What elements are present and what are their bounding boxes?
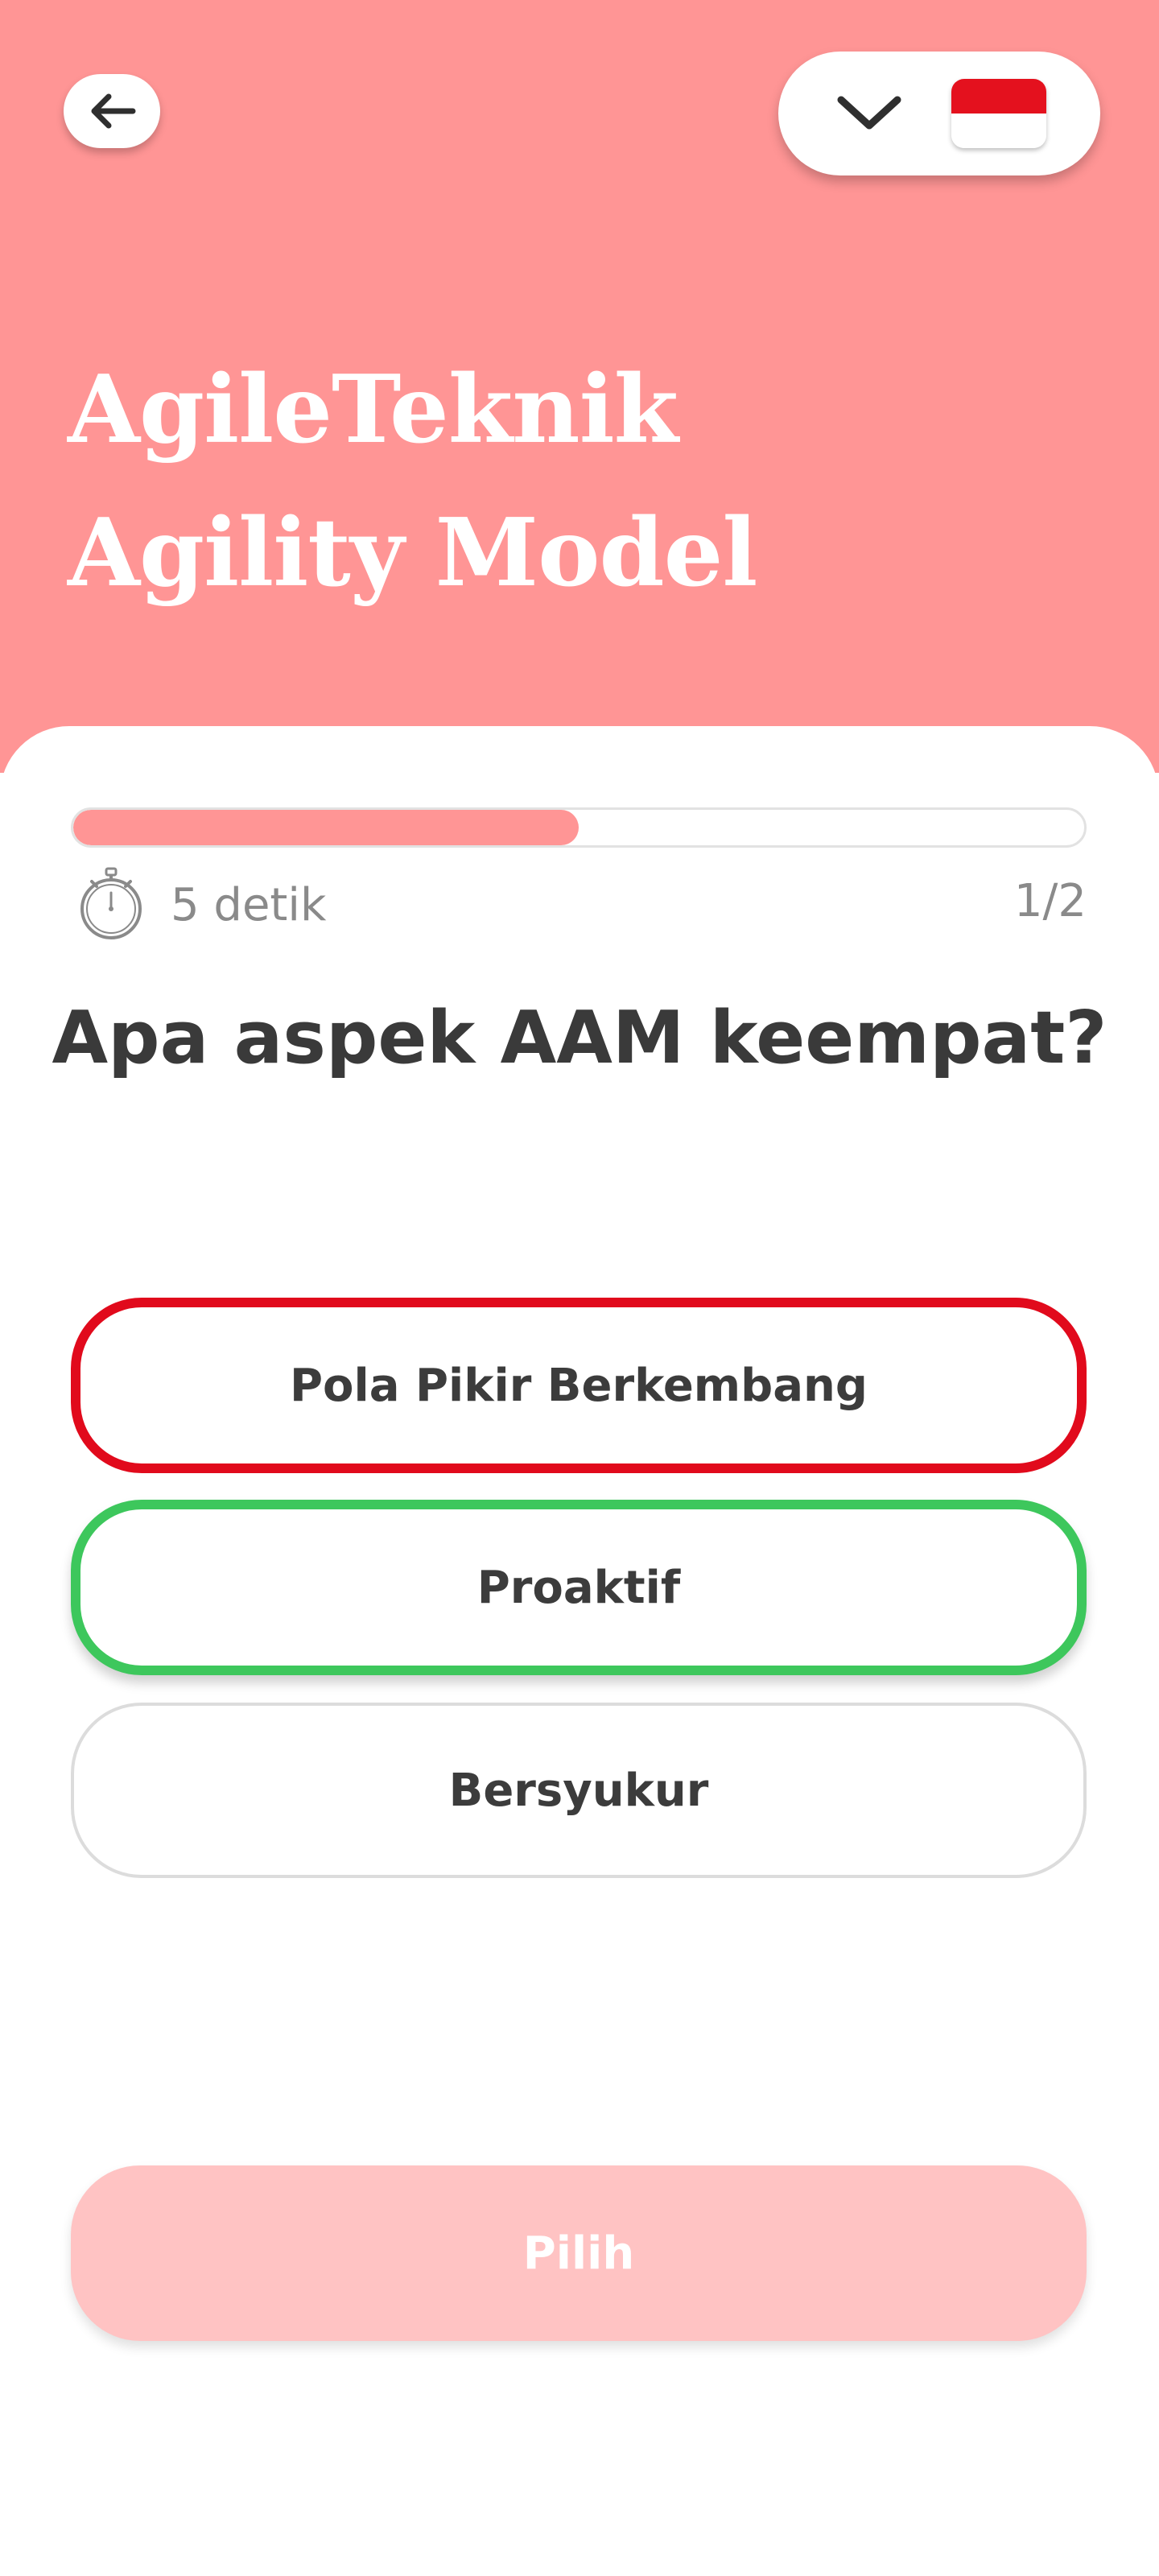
back-button[interactable] — [64, 74, 160, 148]
indonesia-flag-icon — [951, 79, 1046, 148]
timer-text: 5 detik — [171, 879, 327, 931]
language-selector[interactable] — [778, 52, 1100, 175]
progress-bar-fill — [73, 810, 579, 845]
option-bersyukur[interactable]: Bersyukur — [71, 1703, 1087, 1878]
submit-button[interactable]: Pilih — [71, 2165, 1087, 2341]
question-text: Apa aspek AAM keempat? — [52, 996, 1107, 1080]
chevron-down-icon — [837, 96, 901, 130]
question-counter: 1/2 — [1013, 875, 1087, 927]
progress-bar — [71, 807, 1087, 848]
option-proaktif[interactable]: Proaktif — [71, 1500, 1087, 1675]
page-title: AgileTeknik Agility Model — [68, 355, 757, 608]
arrow-left-icon — [91, 93, 136, 129]
stopwatch-icon — [80, 867, 142, 939]
option-pola-pikir-berkembang[interactable]: Pola Pikir Berkembang — [71, 1298, 1087, 1473]
